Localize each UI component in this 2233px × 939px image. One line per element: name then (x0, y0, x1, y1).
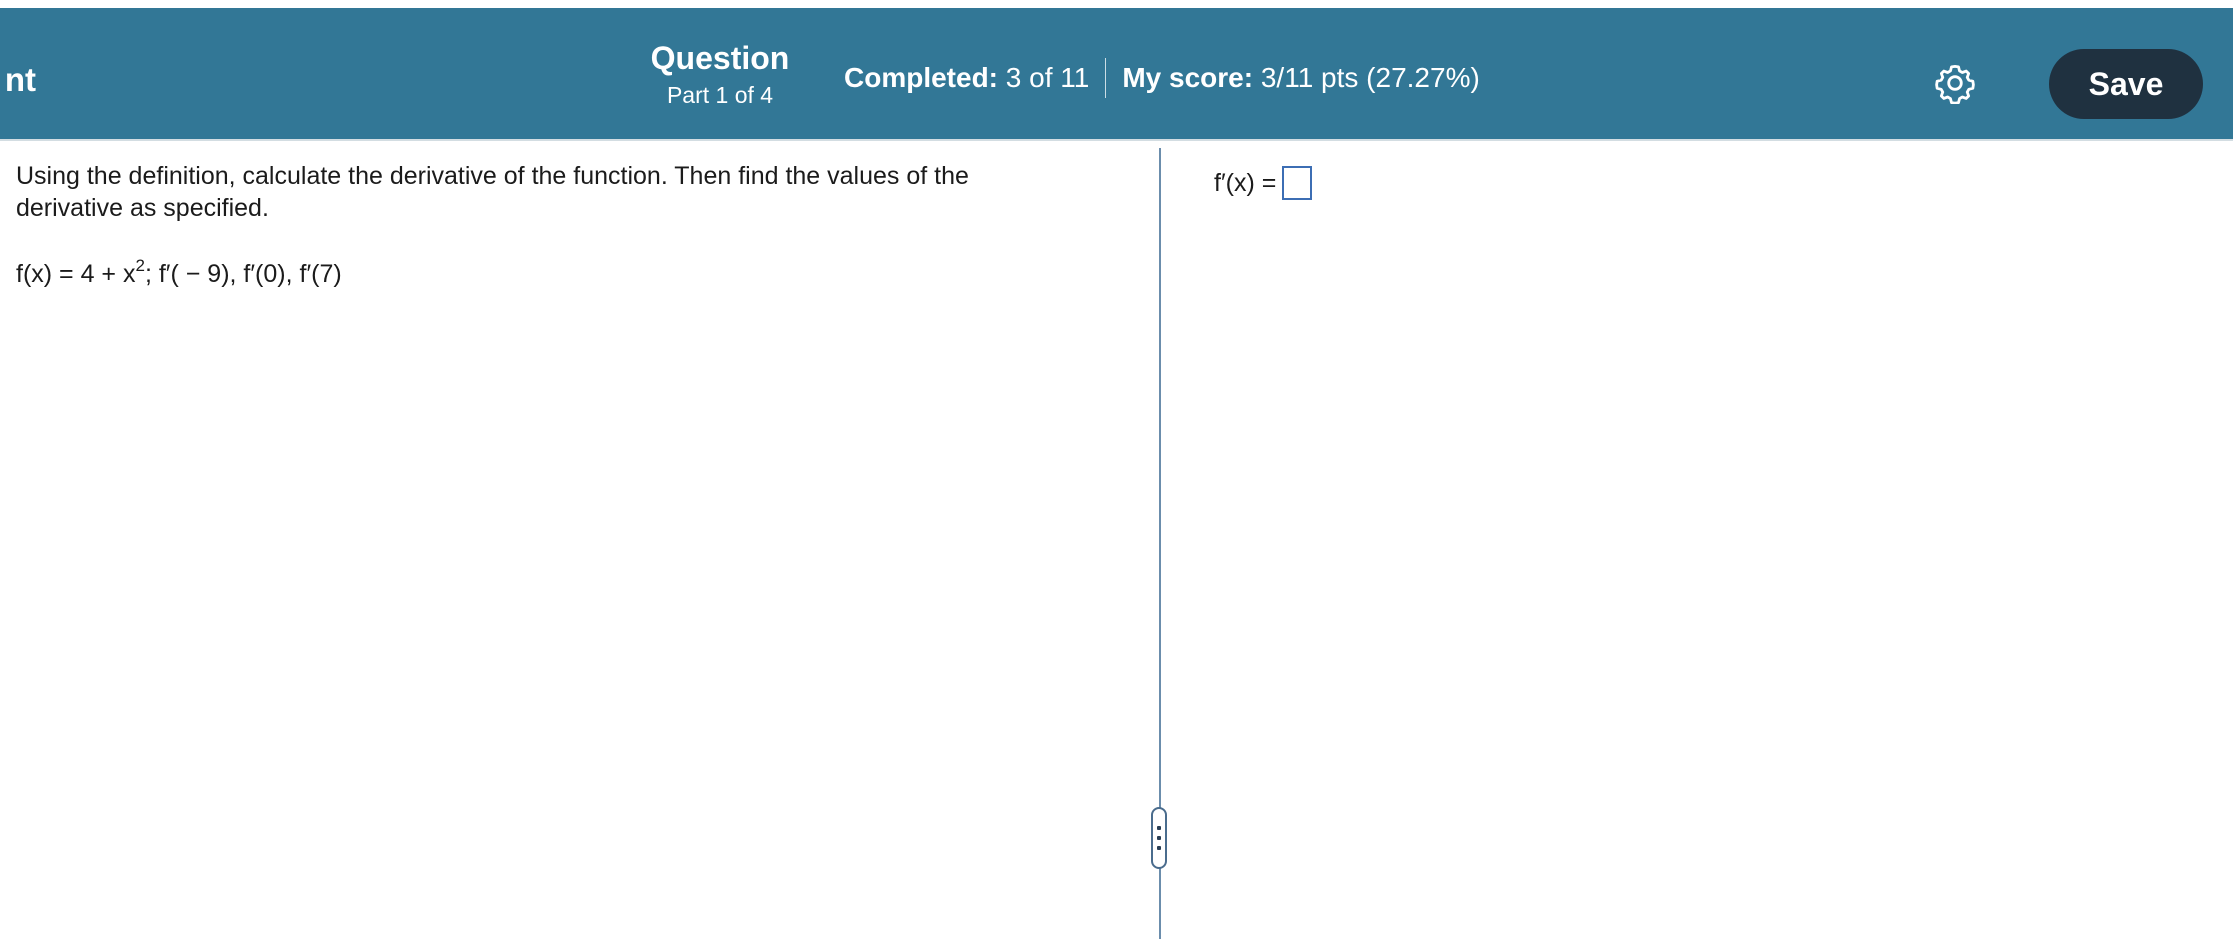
progress-status: Completed: 3 of 11 My score: 3/11 pts (2… (844, 58, 1480, 98)
question-title: Question (650, 40, 790, 76)
question-indicator: Question Part 1 of 4 (620, 38, 820, 112)
derivative-answer-input[interactable] (1282, 166, 1313, 200)
answer-pane: f′(x) = (1214, 166, 1313, 200)
header-bar: nt Question Part 1 of 4 Completed: 3 of … (0, 8, 2233, 141)
score-value: 3/11 pts (27.27%) (1260, 62, 1480, 93)
app-title: nt (4, 61, 36, 98)
function-prefix: f(x) = 4 + x (16, 260, 136, 288)
status-divider (1105, 58, 1107, 98)
function-expression: f(x) = 4 + x2; f′( − 9), f′(0), f′(7) (16, 256, 1126, 290)
function-suffix: ; f′( − 9), f′(0), f′(7) (144, 260, 342, 288)
answer-label: f′(x) = (1214, 168, 1277, 197)
score-label: My score: (1122, 62, 1254, 93)
question-part: Part 1 of 4 (666, 82, 774, 108)
drag-handle-icon[interactable] (1151, 807, 1167, 869)
completed-label: Completed: (844, 62, 998, 93)
completed-value: 3 of 11 (1005, 62, 1090, 93)
function-exponent: 2 (135, 256, 145, 275)
question-instructions: Using the definition, calculate the deri… (16, 162, 969, 222)
gear-icon[interactable] (1934, 62, 1976, 105)
save-button[interactable]: Save (2049, 49, 2203, 119)
question-pane: Using the definition, calculate the deri… (16, 160, 1126, 290)
top-strip (0, 0, 2233, 8)
